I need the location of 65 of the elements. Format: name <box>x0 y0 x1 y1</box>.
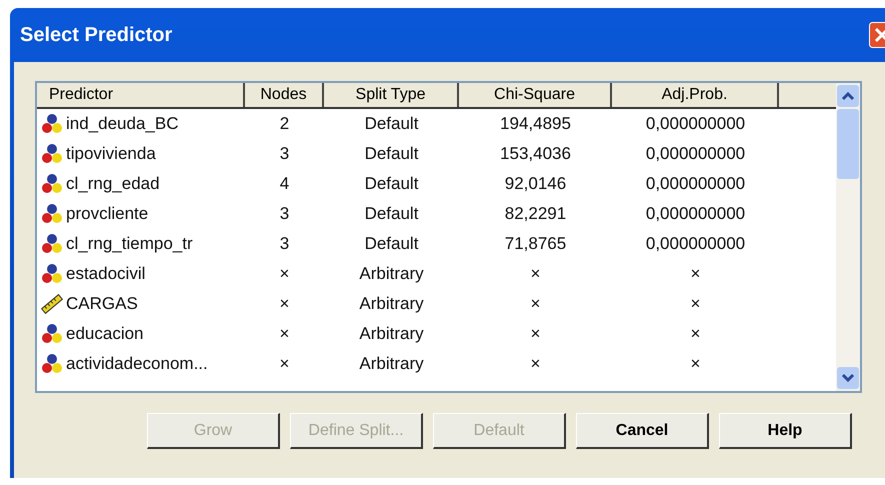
table-cell-text: 0,000000000 <box>644 144 746 164</box>
scrollbar[interactable] <box>836 83 860 391</box>
nominal-variable-icon <box>41 203 63 225</box>
table-cell-text: × <box>530 354 542 374</box>
window-title: Select Predictor <box>20 24 172 46</box>
table-cell-text: × <box>278 264 290 284</box>
table-cell-text: 153,4036 <box>499 144 572 164</box>
table-cell-text: × <box>278 324 290 344</box>
table-cell-text: 0,000000000 <box>644 174 746 194</box>
nominal-variable-icon <box>41 353 63 375</box>
table-cell-text: × <box>278 294 290 314</box>
table-cell-text: × <box>530 264 542 284</box>
column-header[interactable]: Predictor <box>37 83 245 107</box>
column-header[interactable]: Split Type <box>324 83 459 107</box>
table-cell-text: Arbitrary <box>358 354 425 374</box>
column-header[interactable]: Adj.Prob. <box>612 83 779 107</box>
table-cell-text: 4 <box>278 174 290 194</box>
nominal-variable-icon <box>41 173 63 195</box>
nominal-variable-icon <box>41 263 63 285</box>
nominal-variable-icon <box>41 143 63 165</box>
table-cell-text: 82,2291 <box>504 204 568 224</box>
table-cell-text: × <box>690 354 702 374</box>
table-cell-text: 2 <box>278 114 290 134</box>
predictor-name[interactable]: educacion <box>66 324 144 344</box>
table-cell-text: 3 <box>278 204 290 224</box>
table-cell-text: 0,000000000 <box>644 114 746 134</box>
table-cell-text: Default <box>364 114 420 134</box>
nominal-variable-icon <box>41 113 63 135</box>
scroll-up-icon[interactable] <box>837 85 859 107</box>
table-cell-text: × <box>690 294 702 314</box>
table-cell-text: Arbitrary <box>358 294 425 314</box>
table-cell-text: × <box>690 264 702 284</box>
table-cell-text: × <box>690 324 702 344</box>
nominal-variable-icon <box>41 233 63 255</box>
table-cell-text: Arbitrary <box>358 324 425 344</box>
table-cell-text: 0,000000000 <box>644 204 746 224</box>
table-cell-text: Arbitrary <box>358 264 425 284</box>
table-cell-text: × <box>530 324 542 344</box>
table-cell-text: × <box>530 294 542 314</box>
predictor-name[interactable]: cl_rng_edad <box>66 174 160 194</box>
dialog-button[interactable]: Help <box>719 413 852 449</box>
table-cell-text: Default <box>364 174 420 194</box>
dialog-button[interactable]: Cancel <box>576 413 709 449</box>
scroll-down-icon[interactable] <box>837 367 859 389</box>
predictor-name[interactable]: ind_deuda_BC <box>66 114 178 134</box>
table-cell-text: Default <box>364 204 420 224</box>
table-cell-text: 92,0146 <box>504 174 568 194</box>
table-cell-text: 71,8765 <box>504 234 568 254</box>
predictor-name[interactable]: estadocivil <box>66 264 146 284</box>
scroll-thumb[interactable] <box>837 109 859 179</box>
table-cell-text: 194,4895 <box>499 114 572 134</box>
table-cell-text: 0,000000000 <box>644 234 746 254</box>
table-cell-text: Default <box>364 144 420 164</box>
table-cell-text: 3 <box>278 144 290 164</box>
nominal-variable-icon <box>41 323 63 345</box>
table-cell-text: Default <box>364 234 420 254</box>
predictor-name[interactable]: cl_rng_tiempo_tr <box>66 234 193 254</box>
predictor-name[interactable]: provcliente <box>66 204 148 224</box>
predictor-name[interactable]: tipovivienda <box>66 144 156 164</box>
table-cell-text: 3 <box>278 234 290 254</box>
column-header[interactable]: Chi-Square <box>459 83 612 107</box>
column-header[interactable]: Nodes <box>245 83 324 107</box>
predictor-name[interactable]: CARGAS <box>66 294 138 314</box>
table-cell-text: × <box>278 354 290 374</box>
predictor-name[interactable]: actividadeconom... <box>66 354 208 374</box>
